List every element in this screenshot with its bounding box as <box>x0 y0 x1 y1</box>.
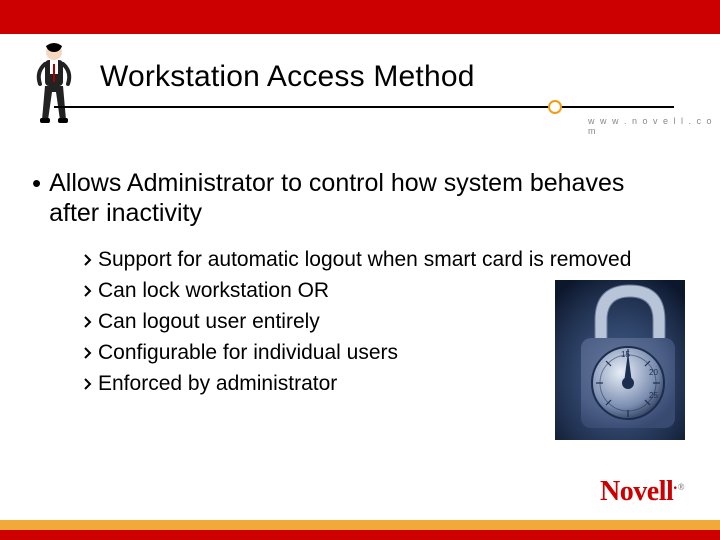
svg-text:20: 20 <box>649 368 658 377</box>
slide-title: Workstation Access Method <box>100 60 475 94</box>
footer-stripe-red <box>0 530 720 540</box>
svg-text:25: 25 <box>649 391 658 400</box>
list-item: Support for automatic logout when smart … <box>84 246 672 273</box>
footer-stripe-orange <box>0 520 720 530</box>
header-stripe <box>0 0 720 34</box>
bullet-dot-icon: • <box>32 168 41 198</box>
svg-text:15: 15 <box>621 350 630 359</box>
bullet-text: Can lock workstation OR <box>98 277 329 304</box>
chevron-right-icon <box>84 315 98 333</box>
title-rule <box>54 106 674 108</box>
logo-registered-mark: ® <box>678 482 684 492</box>
slide: Workstation Access Method w w w . n o v … <box>0 0 720 540</box>
bullet-text: Can logout user entirely <box>98 308 320 335</box>
bullet-text: Enforced by administrator <box>98 370 337 397</box>
padlock-image: 20 25 15 <box>555 280 685 440</box>
mascot-figure <box>30 42 78 130</box>
chevron-right-icon <box>84 346 98 364</box>
chevron-right-icon <box>84 284 98 302</box>
bullet-text: Allows Administrator to control how syst… <box>49 168 672 228</box>
bullet-text: Configurable for individual users <box>98 339 398 366</box>
bullet-text: Support for automatic logout when smart … <box>98 246 631 273</box>
chevron-right-icon <box>84 253 98 271</box>
website-url: w w w . n o v e l l . c o m <box>588 116 720 136</box>
title-accent-circle-icon <box>548 100 562 114</box>
logo-dot-icon: . <box>673 476 677 493</box>
list-item: • Allows Administrator to control how sy… <box>32 168 672 228</box>
chevron-right-icon <box>84 377 98 395</box>
footer <box>0 500 720 540</box>
